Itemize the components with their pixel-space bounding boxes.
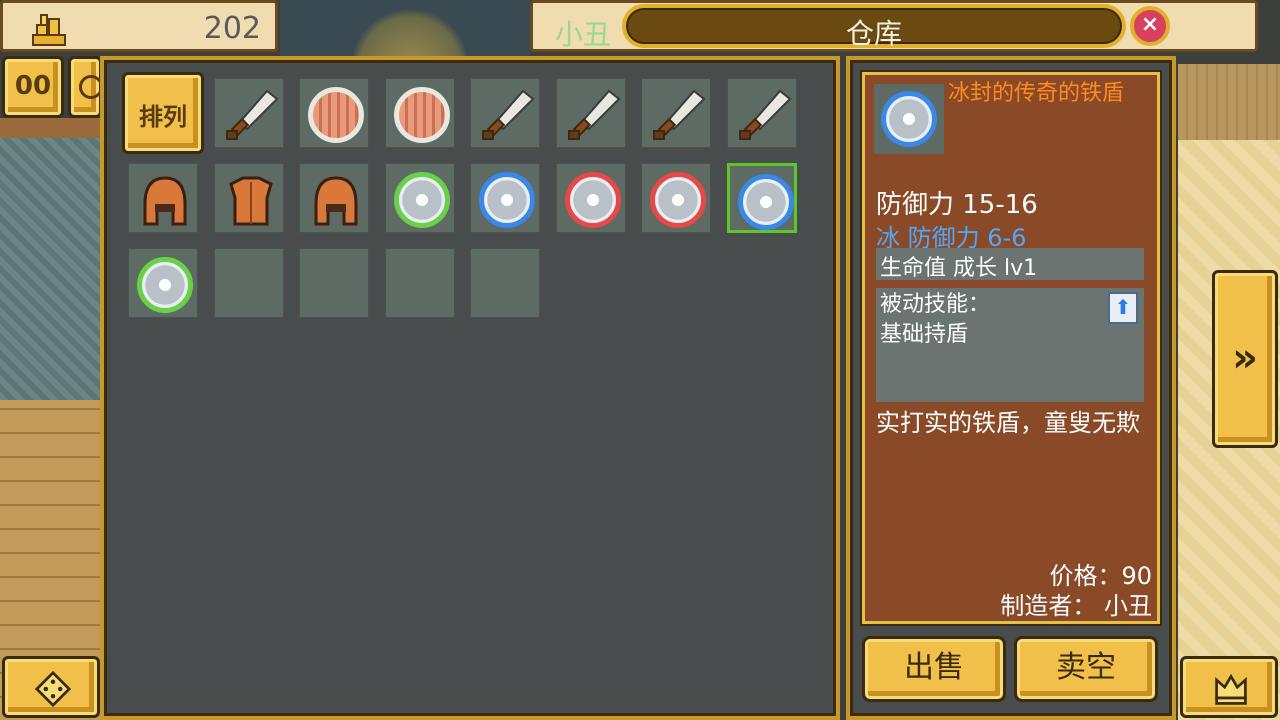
dice-button[interactable] [2,656,100,718]
gold-counter: 202 [0,0,278,52]
sword-icon [567,89,620,140]
gold-amount: 202 [203,11,261,46]
item-maker: 制造者： 小丑 [1000,592,1152,620]
item-detail-icon-slot [874,84,944,154]
inventory-panel [100,56,840,720]
helmet-icon [314,176,358,226]
shield-icon [881,91,937,147]
inventory-slot[interactable] [470,163,540,233]
sell-all-button[interactable]: 卖空 [1014,636,1158,702]
inventory-slot-empty[interactable] [299,248,369,318]
sort-label: 排列 [139,103,187,131]
inventory-slot-empty[interactable] [384,248,455,318]
inventory-slot[interactable] [555,78,626,148]
inventory-slot[interactable] [384,78,455,148]
passive-skill-box: 被动技能： 基础持盾 ⬆ [876,288,1144,402]
window-title: 仓库 [845,17,902,50]
defense-stat: 防御力 15-16 [876,190,1038,220]
inventory-slot-empty[interactable] [213,248,284,318]
gold-coins-icon [32,14,66,46]
armor-icon [228,176,273,226]
inventory-slot[interactable] [299,163,369,233]
settings-button[interactable] [68,56,103,118]
background-stone-floor [0,138,100,400]
helmet-icon [143,176,187,226]
shield-icon [737,174,794,230]
sort-button[interactable]: 排列 [122,72,204,154]
skill-upgrade-icon[interactable]: ⬆ [1108,292,1138,324]
sword-icon [653,89,706,140]
item-description: 实打实的铁盾，童叟无欺 [876,409,1140,437]
inventory-slot[interactable] [213,78,284,148]
inventory-slot[interactable] [641,163,711,233]
pause-button[interactable]: 00 [2,56,64,118]
inventory-slot[interactable] [555,163,626,233]
sell-all-label: 卖空 [1056,650,1116,685]
wood-shield-icon [308,87,364,143]
crown-icon [1215,673,1247,705]
growth-stat: 生命值 成长 lv1 [876,248,1144,281]
sell-button[interactable]: 出售 [862,636,1006,702]
sword-icon [738,89,791,140]
pause-icon: 00 [14,71,52,101]
sword-icon [482,89,535,140]
close-icon: × [1140,12,1160,37]
background-floor-strip [0,118,100,138]
inventory-slot[interactable] [128,248,198,318]
double-chevron-right-icon: » [1232,335,1258,381]
next-page-button[interactable]: » [1212,270,1278,448]
shield-icon [479,172,535,228]
inventory-slot[interactable] [726,78,797,148]
wood-shield-icon [393,87,450,143]
inventory-slot[interactable] [128,163,198,233]
inventory-slot[interactable] [470,78,540,148]
inventory-slot[interactable] [213,163,284,233]
inventory-slot-empty[interactable] [470,248,540,318]
shield-icon [137,257,193,313]
player-name: 小丑 [555,18,612,51]
shield-icon [650,172,706,228]
close-button[interactable]: × [1130,6,1170,46]
item-name: 冰封的传奇的铁盾 [948,81,1125,106]
window-title-pill: 仓库 [622,4,1126,50]
background-fence [1178,64,1280,140]
inventory-slot[interactable] [726,163,797,233]
shield-icon [393,172,450,228]
dice-icon [35,671,71,707]
inventory-slot[interactable] [299,78,369,148]
inventory-slot[interactable] [384,163,455,233]
skill-title: 被动技能： [880,292,991,317]
skill-name: 基础持盾 [880,322,969,347]
sell-label: 出售 [904,650,964,685]
sword-icon [225,89,278,140]
shield-icon [564,172,621,228]
inventory-slot[interactable] [641,78,711,148]
crown-button[interactable] [1180,656,1278,718]
